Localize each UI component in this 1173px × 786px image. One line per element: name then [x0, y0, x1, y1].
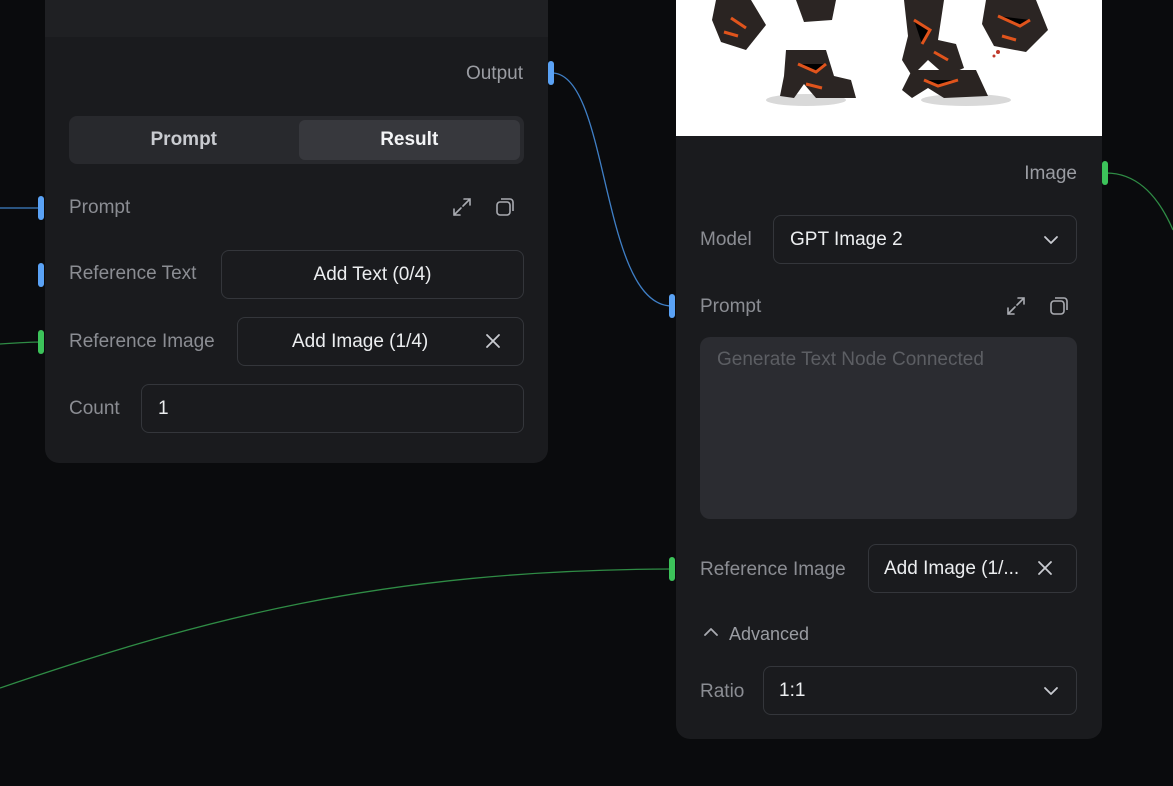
- wire-left-reference-image: [0, 341, 43, 345]
- image-output-port[interactable]: [1102, 161, 1108, 185]
- ratio-select-value: 1:1: [779, 679, 806, 701]
- advanced-toggle[interactable]: Advanced: [702, 623, 809, 646]
- prompt-input-port[interactable]: [669, 294, 675, 318]
- copy-icon[interactable]: [493, 195, 517, 219]
- copy-icon[interactable]: [1047, 294, 1071, 318]
- reference-image-label: Reference Image: [69, 331, 215, 352]
- chevron-up-icon: [702, 623, 720, 646]
- ratio-select[interactable]: 1:1: [763, 666, 1077, 715]
- chevron-down-icon: [1042, 231, 1060, 255]
- add-image-button[interactable]: Add Image (1/4): [237, 317, 524, 366]
- right-node: Image Model GPT Image 2 Prompt Generate …: [676, 0, 1102, 739]
- image-output-label: Image: [1024, 163, 1077, 184]
- reference-image-port[interactable]: [38, 330, 44, 354]
- prompt-result-toggle: Prompt Result: [69, 116, 524, 164]
- reference-text-port[interactable]: [38, 263, 44, 287]
- ratio-label: Ratio: [700, 681, 745, 702]
- reference-image-label: Reference Image: [700, 559, 846, 580]
- chevron-down-icon: [1042, 682, 1060, 706]
- add-text-button[interactable]: Add Text (0/4): [221, 250, 524, 299]
- generated-image: [676, 0, 1102, 136]
- expand-icon[interactable]: [1004, 294, 1028, 318]
- advanced-label: Advanced: [729, 624, 810, 644]
- count-input[interactable]: 1: [141, 384, 524, 433]
- output-port[interactable]: [548, 61, 554, 85]
- reference-image-port[interactable]: [669, 557, 675, 581]
- prompt-label: Prompt: [69, 197, 131, 218]
- left-node-header: [45, 0, 548, 37]
- expand-icon[interactable]: [450, 195, 474, 219]
- wire-image-out: [1105, 172, 1173, 231]
- count-label: Count: [69, 398, 120, 419]
- add-image-button[interactable]: Add Image (1/...: [868, 544, 1077, 593]
- reference-text-label: Reference Text: [69, 263, 197, 284]
- close-icon[interactable]: [1036, 559, 1054, 583]
- close-icon[interactable]: [484, 332, 502, 356]
- output-label: Output: [465, 63, 523, 84]
- prompt-input-port[interactable]: [38, 196, 44, 220]
- prompt-label: Prompt: [700, 296, 762, 317]
- wire-reference-image-in: [0, 568, 673, 689]
- tab-result[interactable]: Result: [298, 120, 520, 160]
- model-select[interactable]: GPT Image 2: [773, 215, 1077, 264]
- add-image-button-label: Add Image (1/...: [884, 557, 1020, 579]
- lava-golem-image: [712, 0, 1048, 106]
- wire-output-to-prompt: [551, 72, 673, 307]
- left-node: Output Prompt Result Prompt Reference Te…: [45, 0, 548, 463]
- prompt-textarea[interactable]: Generate Text Node Connected: [700, 337, 1077, 519]
- add-image-button-label: Add Image (1/4): [292, 330, 429, 352]
- tab-prompt[interactable]: Prompt: [73, 120, 295, 160]
- model-label: Model: [700, 229, 752, 250]
- model-select-value: GPT Image 2: [790, 228, 903, 250]
